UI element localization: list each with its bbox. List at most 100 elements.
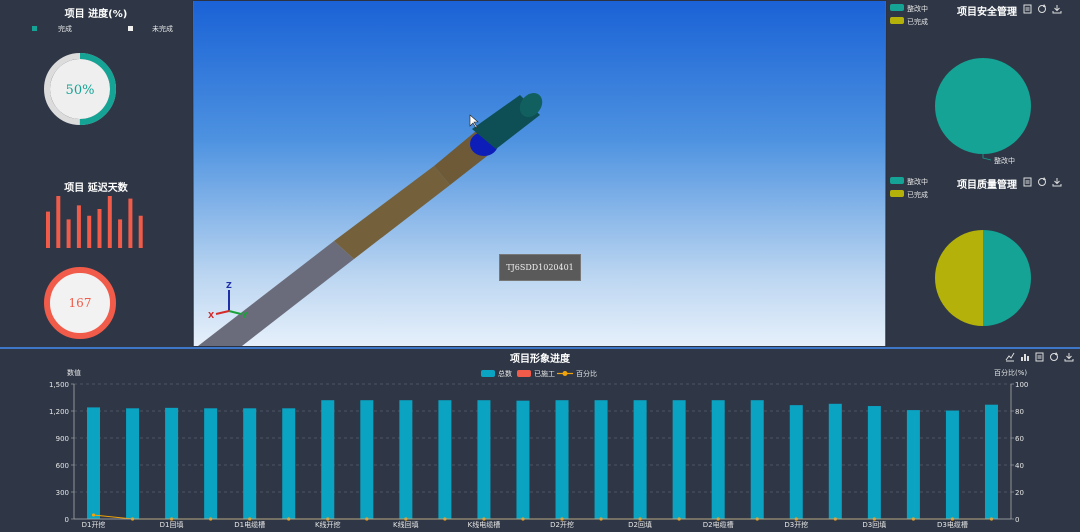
axis-triad: Z X Y [208,281,248,320]
y2-tick-label: 40 [1015,462,1024,470]
x-tick-label: D1电缆槽 [234,520,265,529]
y2-tick-label: 60 [1015,435,1024,443]
delay-bar [66,219,71,248]
y-tick-label: 900 [56,435,69,443]
quality-legend-label-1[interactable]: 整改中 [907,177,928,187]
safety-pie-label: 整改中 [994,156,1015,165]
bar-total[interactable] [282,408,296,519]
y-tick-label: 0 [65,516,69,524]
percent-point[interactable] [91,513,96,517]
bar-total[interactable] [321,400,335,519]
y-tick-label: 1,500 [49,381,69,389]
quality-legend-swatch-1[interactable] [890,177,904,184]
document-icon[interactable] [1023,4,1032,14]
bar-total[interactable] [828,403,842,519]
bar-total[interactable] [126,408,140,519]
delay-bar [56,196,61,248]
quality-pie[interactable] [935,230,1035,330]
pipe-segment-gray[interactable] [198,241,354,346]
axis-x-label: X [208,311,215,320]
pipe-model[interactable]: Z X Y [194,1,886,346]
x-tick-label: D3开挖 [784,520,808,529]
legend-complete-label: 完成 [58,25,72,33]
x-tick-label: K线电缆槽 [468,520,501,529]
delay-bar [97,209,102,248]
delay-bar [128,198,133,248]
safety-legend-label-1[interactable]: 整改中 [907,4,928,14]
delay-bar [118,219,123,248]
progress-percent-text: 50% [66,83,95,98]
bar-total[interactable] [906,410,920,519]
y2-tick-label: 100 [1015,381,1028,389]
refresh-icon[interactable] [1037,177,1047,187]
progress-chart-panel: 项目形象进度 数值 百分比(%) 总数 已施工 百分比 0 300 600 900 1,… [0,347,1080,532]
delay-title: 项目 延迟天数 [64,183,128,194]
bar-total[interactable] [984,404,998,519]
delay-bars [46,196,143,248]
x-tick-label: K线回填 [393,520,419,529]
y2-tick-label: 80 [1015,408,1024,416]
delay-bar [87,215,92,248]
quality-legend-swatch-2[interactable] [890,190,904,197]
x-tick-label: D1开挖 [82,520,106,529]
legend-incomplete-swatch [128,26,133,31]
axis-y-label: Y [241,311,248,320]
legend-complete-swatch [32,26,37,31]
download-icon[interactable] [1052,177,1062,187]
safety-title: 项目安全管理 [957,7,1017,18]
delay-bar [138,215,143,248]
x-tick-label: D1回填 [160,520,184,529]
bar-total[interactable] [477,400,491,519]
percent-line[interactable] [93,514,992,520]
safety-pie-leader [982,154,992,161]
model-viewport[interactable]: Z X Y TJ6SDD1020401 [193,1,886,346]
y-tick-label: 600 [56,462,69,470]
bar-total[interactable] [633,400,647,519]
bar-total[interactable] [204,408,218,519]
delay-bar [107,196,112,248]
safety-toolbar [1023,4,1062,14]
quality-toolbar [1023,177,1062,187]
refresh-icon[interactable] [1037,4,1047,14]
bar-total[interactable] [867,406,881,519]
pipe-segment-brown-1[interactable] [334,166,450,259]
axis-y-line [228,310,242,315]
x-tick-label: D2回填 [628,520,652,529]
bar-total[interactable] [945,410,959,519]
download-icon[interactable] [1052,4,1062,14]
bar-total[interactable] [672,400,686,519]
safety-pie-slice[interactable] [935,58,1031,154]
y2-tick-label: 0 [1015,516,1019,524]
quality-title: 项目质量管理 [957,180,1017,191]
right-panel: 整改中 已完成 项目安全管理 整改中 整改中 已完成 项目质量管理 [887,0,1080,347]
bar-total[interactable] [594,400,608,519]
x-tick-label: D3电缆槽 [937,520,968,529]
quality-pie-slice-rectifying[interactable] [983,230,1031,326]
progress-bar-chart[interactable]: 0 300 600 900 1,200 1,500 0 20 40 60 80 100 D1开挖 D1回填… [0,349,1080,532]
quality-legend-label-2[interactable]: 已完成 [907,190,928,200]
bar-total[interactable] [711,400,725,519]
safety-legend-swatch-2[interactable] [890,17,904,24]
selected-element-label[interactable]: TJ6SDD1020401 [499,254,581,281]
bar-total[interactable] [516,400,530,519]
bar-total[interactable] [243,408,257,519]
left-panel: 项目 进度(%) 完成 未完成 50% 项目 延迟天数 167 [0,0,192,347]
y-tick-label: 1,200 [49,408,69,416]
safety-legend-label-2[interactable]: 已完成 [907,17,928,27]
bar-total[interactable] [750,400,764,519]
bar-total[interactable] [87,407,101,519]
safety-pie[interactable]: 整改中 [935,56,1035,166]
bar-total[interactable] [360,400,374,519]
x-tick-label: D2开挖 [550,520,574,529]
x-tick-label: D2电缆槽 [703,520,734,529]
bar-total[interactable] [555,400,569,519]
quality-pie-slice-completed[interactable] [935,230,983,326]
document-icon[interactable] [1023,177,1032,187]
bar-total[interactable] [789,405,803,519]
safety-legend-swatch-1[interactable] [890,4,904,11]
bar-total[interactable] [438,400,452,519]
delay-ring: 167 [44,267,116,339]
bar-total[interactable] [399,400,413,519]
bar-total[interactable] [165,407,179,519]
x-tick-label: K线开挖 [315,520,341,529]
